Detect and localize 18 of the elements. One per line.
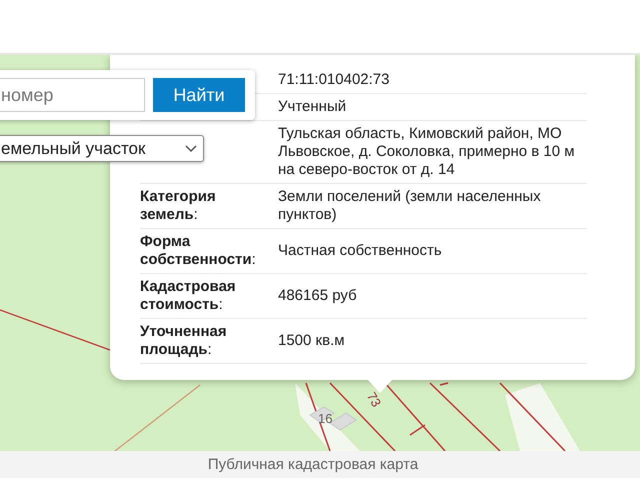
field-value: Учтенный bbox=[278, 98, 346, 116]
find-button[interactable]: Найти bbox=[153, 78, 245, 112]
map-label: 73 bbox=[364, 390, 384, 410]
search-field[interactable]: номер bbox=[0, 78, 145, 112]
field-value: Тульская область, Кимовский район, МО Львовское, д. Соколовка, примерно в 10 м на северо-восток от д. 14 bbox=[278, 125, 576, 179]
field-value: 486165 руб bbox=[278, 287, 357, 305]
map-label: 16 bbox=[318, 411, 332, 426]
field-label: Кадастровая стоимость: bbox=[140, 278, 236, 313]
map-caption: Публичная кадастровая карта bbox=[0, 451, 640, 478]
field-value: 71:11:010402:73 bbox=[278, 71, 390, 89]
field-value: Частная собственность bbox=[278, 242, 442, 260]
field-label: Категория земель: bbox=[140, 188, 216, 223]
caret-icon bbox=[185, 144, 197, 152]
field-value: 1500 кв.м bbox=[278, 332, 345, 350]
field-label: Уточненная площадь: bbox=[140, 323, 227, 358]
object-type-select[interactable]: емельный участок bbox=[0, 135, 204, 162]
field-label: Форма собственности: bbox=[140, 233, 256, 268]
field-value: Земли поселений (земли населенных пунктов) bbox=[278, 188, 542, 224]
